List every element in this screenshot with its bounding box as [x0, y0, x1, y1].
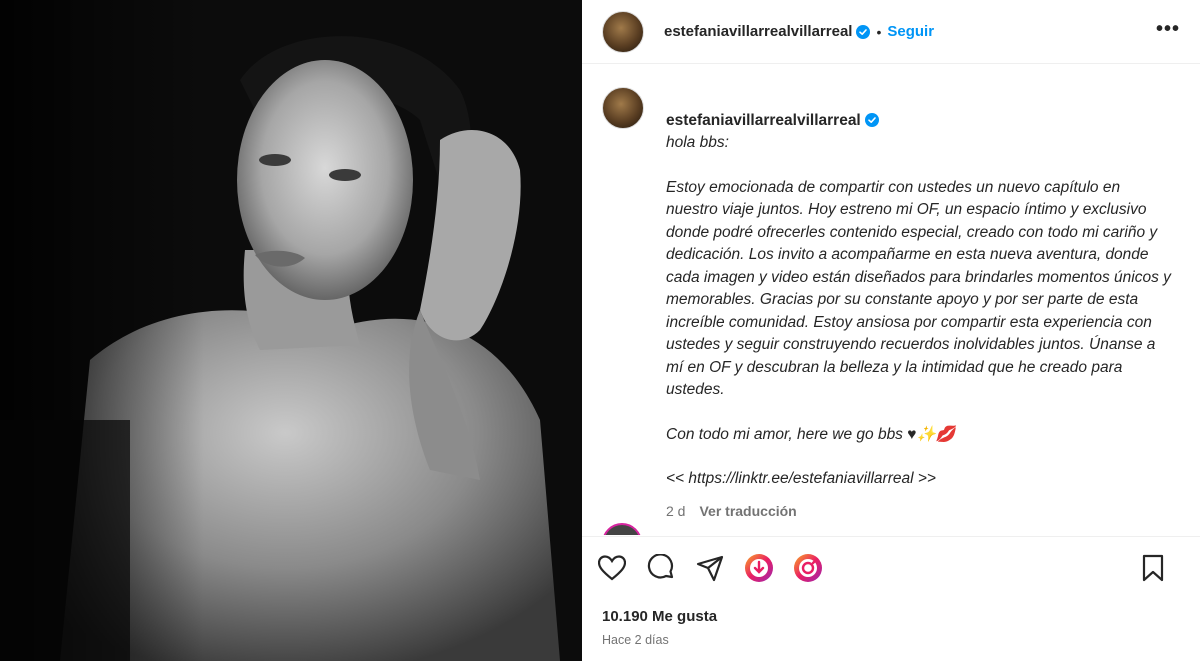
author-avatar[interactable]: [602, 10, 644, 53]
separator-dot: •: [876, 23, 882, 40]
action-bar: [582, 536, 1200, 598]
caption-body: estefaniavillarrealvillarreal hola bbs: …: [666, 87, 1176, 519]
instagram-post-view: estefaniavillarrealvillarreal • Seguir •…: [0, 0, 1200, 661]
caption-link[interactable]: << https://linktr.ee/estefaniavillarreal…: [666, 468, 1176, 491]
follow-button[interactable]: Seguir: [887, 23, 934, 40]
comments-section: estefaniavillarrealvillarreal hola bbs: …: [582, 65, 1200, 535]
post-photo[interactable]: [0, 0, 582, 661]
caption-signoff: Con todo mi amor, here we go bbs ♥✨💋: [666, 425, 956, 443]
more-options-icon[interactable]: •••: [1156, 18, 1180, 41]
next-comment-preview: ●●●●: [602, 523, 779, 535]
post-sidebar: estefaniavillarrealvillarreal • Seguir •…: [582, 0, 1200, 661]
post-header: estefaniavillarrealvillarreal • Seguir •…: [582, 0, 1200, 64]
caption-meta: 2 d Ver traducción: [666, 503, 1176, 519]
share-icon[interactable]: [694, 552, 726, 584]
commenter-avatar[interactable]: [602, 523, 642, 535]
translate-link[interactable]: Ver traducción: [699, 503, 796, 519]
comment-icon[interactable]: [645, 552, 677, 584]
caption-author-avatar[interactable]: [602, 87, 644, 129]
verified-badge-icon: [864, 112, 879, 127]
caption-paragraph: Estoy emocionada de compartir con ustede…: [666, 178, 1171, 399]
portrait-image: [0, 0, 582, 661]
likes-count[interactable]: 10.190 Me gusta: [602, 608, 717, 625]
caption-text: estefaniavillarrealvillarreal hola bbs:: [666, 87, 1176, 155]
bookmark-icon[interactable]: [1137, 552, 1169, 584]
remix-icon[interactable]: [792, 552, 824, 584]
gift-icon[interactable]: [743, 552, 775, 584]
verified-badge-icon: [856, 24, 871, 39]
caption-age: 2 d: [666, 502, 686, 519]
caption-greeting: hola bbs:: [666, 134, 729, 151]
heart-icon[interactable]: [596, 552, 628, 584]
caption-username[interactable]: estefaniavillarrealvillarreal: [666, 112, 861, 129]
caption: estefaniavillarrealvillarreal hola bbs: …: [602, 87, 1180, 519]
post-date: Hace 2 días: [602, 633, 669, 647]
comment-emoji-preview: ●●●●: [728, 534, 779, 535]
author-username[interactable]: estefaniavillarrealvillarreal: [664, 23, 852, 40]
